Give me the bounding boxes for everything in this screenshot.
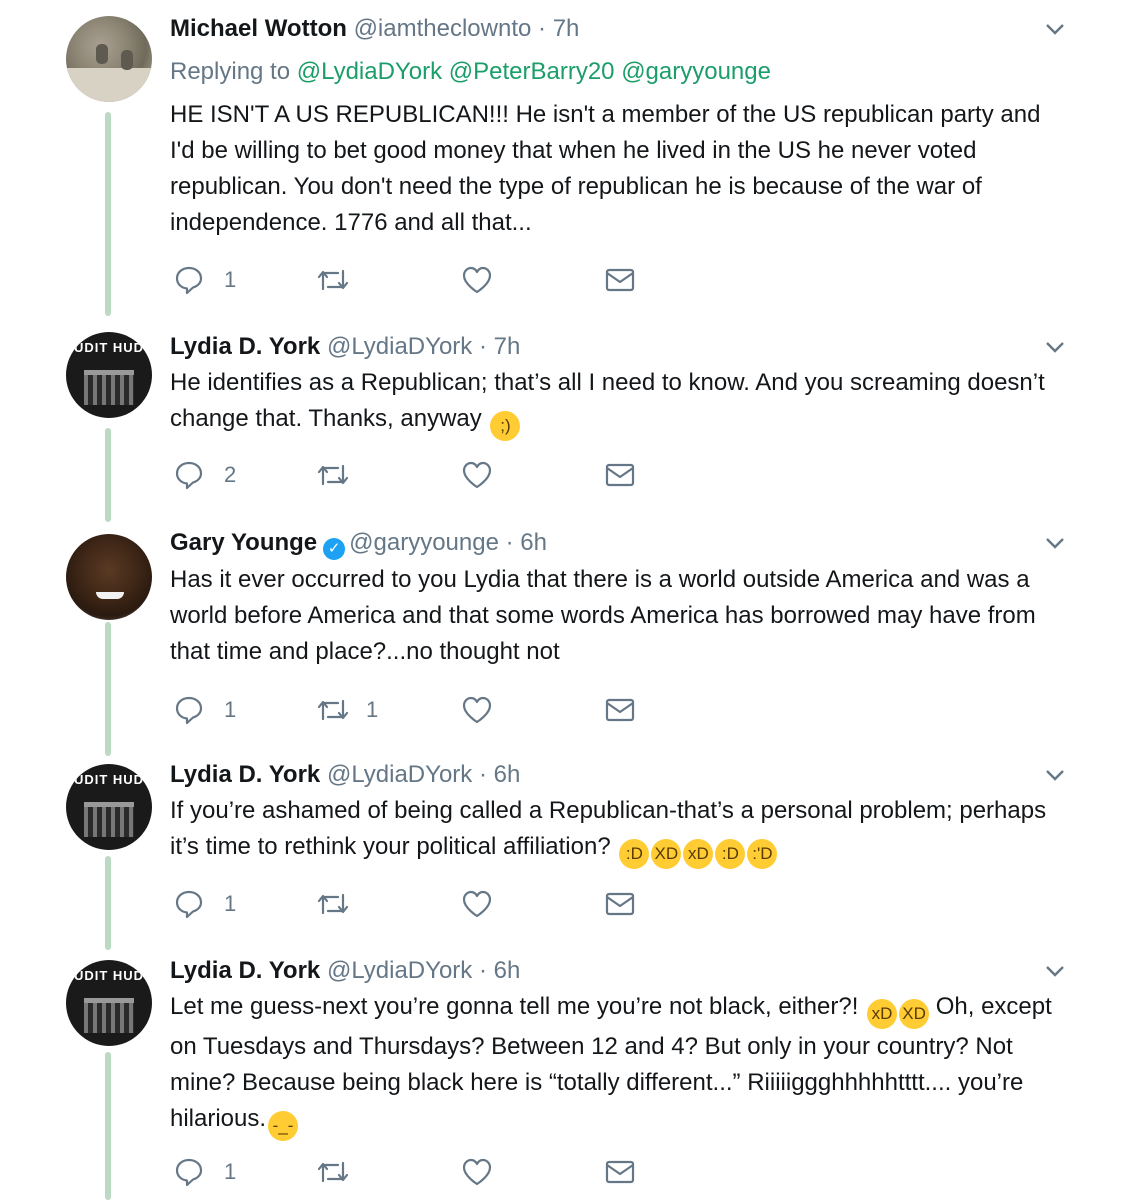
tweet-text: HE ISN'T A US REPUBLICAN!!! He isn't a m… — [170, 101, 1041, 236]
heart-icon — [462, 890, 492, 918]
rolling-laughing-face-emoji: xD — [867, 999, 898, 1029]
timestamp[interactable]: 6h — [494, 761, 521, 788]
author-name[interactable]: Gary Younge — [170, 529, 317, 556]
reply-icon — [175, 890, 203, 919]
retweet-count: 1 — [366, 697, 379, 722]
winking-face-emoji: ;) — [490, 411, 521, 441]
timestamp[interactable]: 6h — [520, 529, 547, 556]
avatar[interactable]: UDIT HUD — [66, 332, 152, 418]
avatar[interactable]: UDIT HUD — [66, 960, 152, 1046]
tweet-header: Gary Younge ✓ @garyyounge · 6h — [170, 528, 547, 560]
avatar-label: UDIT HUD — [73, 340, 145, 355]
author-handle[interactable]: @LydiaDYork — [327, 957, 472, 984]
mention-link[interactable]: @PeterBarry20 — [449, 58, 615, 85]
tweet-actions: 1 — [0, 1154, 1135, 1190]
chevron-down-icon[interactable] — [1044, 532, 1066, 554]
tweet-text: Let me guess-next you’re gonna tell me y… — [170, 989, 1070, 1141]
chevron-down-icon[interactable] — [1044, 960, 1066, 982]
tweet[interactable]: Gary Younge ✓ @garyyounge · 6h Has it ever… — [0, 518, 1135, 752]
tweet-actions: 1 — [0, 886, 1135, 922]
avatar-label: UDIT HUD — [73, 772, 145, 787]
reply-count: 1 — [224, 891, 237, 916]
rolling-laughing-face-emoji: xD — [683, 839, 714, 869]
author-handle[interactable]: @garyyounge — [349, 529, 499, 556]
author-name[interactable]: Lydia D. York — [170, 957, 320, 984]
chevron-down-icon[interactable] — [1044, 18, 1066, 40]
timestamp[interactable]: 7h — [553, 15, 580, 42]
avatar[interactable] — [66, 16, 152, 102]
author-handle[interactable]: @LydiaDYork — [327, 333, 472, 360]
tweet-header: Lydia D. York @LydiaDYork · 6h — [170, 957, 521, 984]
reply-count: 1 — [224, 1159, 237, 1184]
tweet-text: He identifies as a Republican; that’s al… — [170, 365, 1070, 441]
tweet[interactable]: UDIT HUD Lydia D. York @LydiaDYork · 6h … — [0, 752, 1135, 948]
timestamp[interactable]: 6h — [494, 957, 521, 984]
tweet-text: If you’re ashamed of being called a Repu… — [170, 793, 1070, 869]
retweet-icon — [317, 1161, 349, 1183]
reply-count: 2 — [224, 462, 237, 487]
retweet-icon — [317, 699, 349, 721]
envelope-icon — [605, 892, 635, 916]
author-name[interactable]: Lydia D. York — [170, 761, 320, 788]
tweet-header: Michael Wotton @iamtheclownto · 7h — [170, 15, 580, 42]
retweet-icon — [317, 464, 349, 486]
tweet[interactable]: UDIT HUD Lydia D. York @LydiaDYork · 6h … — [0, 948, 1135, 1200]
reply-count: 1 — [224, 267, 237, 292]
reply-icon — [175, 461, 203, 490]
envelope-icon — [605, 268, 635, 292]
heart-icon — [462, 266, 492, 294]
tweet-text: Has it ever occurred to you Lydia that t… — [170, 566, 1036, 665]
envelope-icon — [605, 1160, 635, 1184]
heart-icon — [462, 696, 492, 724]
reply-icon — [175, 266, 203, 295]
mention-link[interactable]: @garyyounge — [621, 58, 771, 85]
avatar[interactable] — [66, 534, 152, 620]
chevron-down-icon[interactable] — [1044, 336, 1066, 358]
heart-icon — [462, 461, 492, 489]
envelope-icon — [605, 463, 635, 487]
envelope-icon — [605, 698, 635, 722]
mention-link[interactable]: @LydiaDYork — [297, 58, 442, 85]
grinning-squinting-face-emoji: :D — [619, 839, 650, 869]
author-name[interactable]: Michael Wotton — [170, 15, 347, 42]
retweet-icon — [317, 269, 349, 291]
tears-of-joy-face-emoji: :'D — [747, 839, 778, 869]
tweet-header: Lydia D. York @LydiaDYork · 7h — [170, 333, 521, 360]
tweet-actions: 1 1 — [0, 692, 1135, 728]
author-name[interactable]: Lydia D. York — [170, 333, 320, 360]
tweet-actions: 2 — [0, 457, 1135, 493]
timestamp[interactable]: 7h — [494, 333, 521, 360]
laughing-face-emoji: XD — [899, 999, 930, 1029]
replying-to: Replying to @LydiaDYork @PeterBarry20 @g… — [170, 58, 771, 85]
heart-icon — [462, 1158, 492, 1186]
tweet[interactable]: UDIT HUD Lydia D. York @LydiaDYork · 7h … — [0, 320, 1135, 518]
retweet-icon — [317, 893, 349, 915]
verified-badge-icon: ✓ — [323, 538, 346, 560]
expressionless-face-emoji: -_- — [268, 1111, 299, 1141]
tweet-actions: 1 — [0, 262, 1135, 298]
author-handle[interactable]: @LydiaDYork — [327, 761, 472, 788]
avatar[interactable]: UDIT HUD — [66, 764, 152, 850]
author-handle[interactable]: @iamtheclownto — [354, 15, 532, 42]
reply-count: 1 — [224, 697, 237, 722]
laughing-face-emoji: XD — [651, 839, 682, 869]
reply-icon — [175, 696, 203, 725]
tweet[interactable]: Michael Wotton @iamtheclownto · 7h Reply… — [0, 0, 1135, 320]
tweet-header: Lydia D. York @LydiaDYork · 6h — [170, 761, 521, 788]
chevron-down-icon[interactable] — [1044, 764, 1066, 786]
reply-icon — [175, 1158, 203, 1187]
avatar-label: UDIT HUD — [73, 968, 145, 983]
grinning-face-emoji: :D — [715, 839, 746, 869]
